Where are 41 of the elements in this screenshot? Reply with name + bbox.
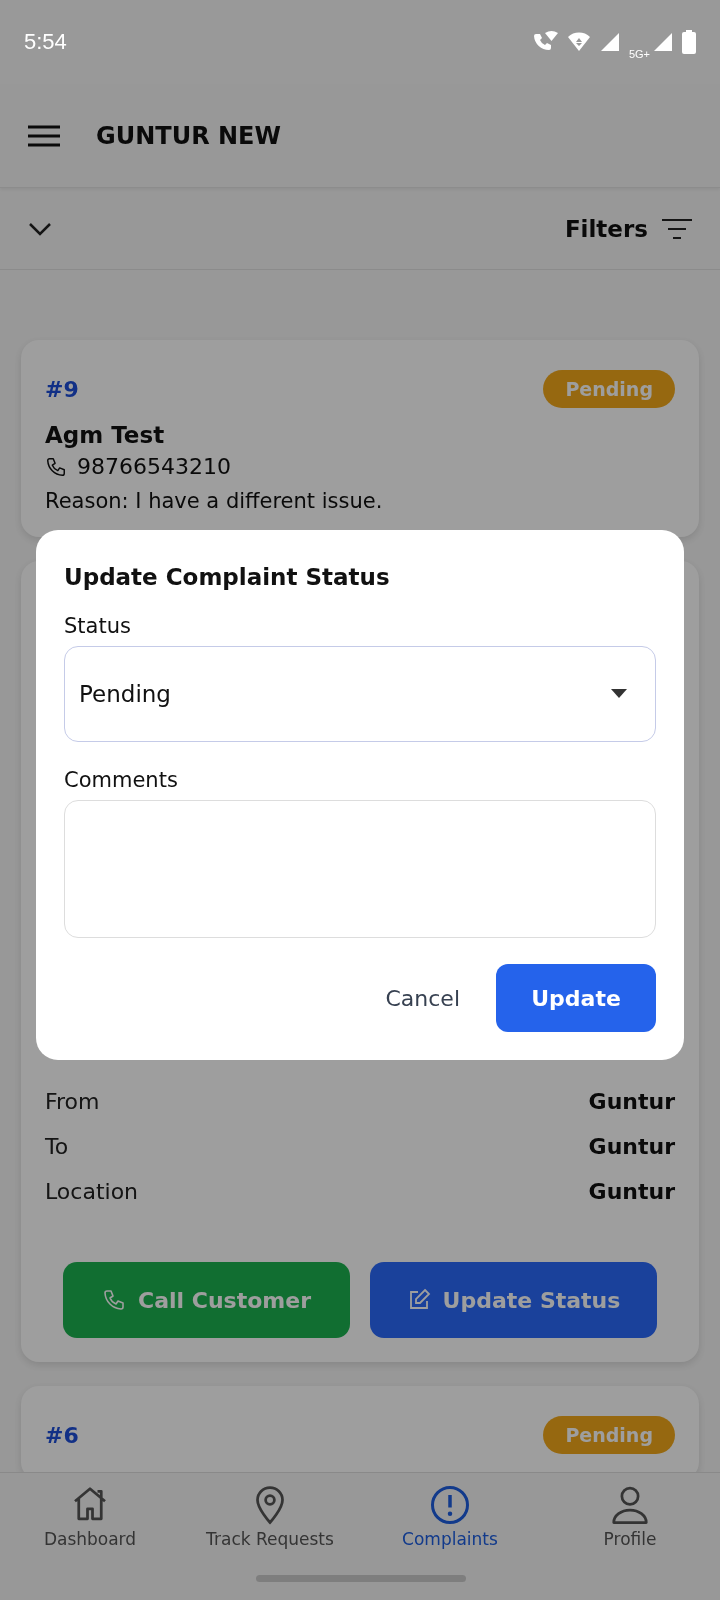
menu-icon[interactable] xyxy=(28,123,60,148)
nav-tab[interactable]: Track Requests xyxy=(180,1485,360,1549)
update-status-button[interactable]: Update Status xyxy=(370,1262,657,1338)
phone-number: 98766543210 xyxy=(77,454,231,479)
status-dropdown[interactable]: Pending xyxy=(64,646,656,742)
caret-down-icon xyxy=(611,689,627,699)
network-type: 5G+ xyxy=(628,48,650,60)
person-icon xyxy=(610,1485,650,1525)
wifi-icon xyxy=(566,31,591,53)
dialog-title: Update Complaint Status xyxy=(64,564,391,590)
detail-label: Location xyxy=(45,1179,139,1204)
detail-label: To xyxy=(45,1134,69,1159)
battery-icon xyxy=(682,30,696,54)
detail-value: Guntur xyxy=(588,1089,675,1114)
field-label: Status xyxy=(64,614,132,638)
app-title: GUNTUR NEW xyxy=(96,121,281,150)
alert-circle-icon xyxy=(430,1485,470,1525)
comments-field[interactable] xyxy=(64,800,656,938)
filter-icon xyxy=(662,217,692,240)
filters-button[interactable]: Filters xyxy=(564,215,692,242)
field-label: Comments xyxy=(64,768,179,792)
nav-tab[interactable]: Dashboard xyxy=(0,1485,180,1549)
chevron-down-icon[interactable] xyxy=(28,221,52,236)
complaint-reason: Reason: I have a different issue. xyxy=(45,489,384,513)
customer-name: Agm Test xyxy=(45,422,166,448)
detail-label: From xyxy=(45,1089,100,1114)
cancel-button[interactable]: Cancel xyxy=(385,985,460,1011)
call-customer-button[interactable]: Call Customer xyxy=(63,1262,350,1338)
complaint-number: #6 xyxy=(45,1422,79,1448)
status-badge: Pending xyxy=(543,370,675,408)
update-button[interactable]: Update xyxy=(496,964,656,1032)
nav-tab[interactable]: Complaints xyxy=(360,1485,540,1549)
detail-value: Guntur xyxy=(588,1134,675,1159)
signal-icon xyxy=(652,31,674,53)
phone-icon xyxy=(45,455,67,478)
phone-icon xyxy=(102,1288,126,1312)
complaint-number: #9 xyxy=(45,376,79,402)
status-badge: Pending xyxy=(543,1416,675,1454)
clock-time: 5:54 xyxy=(24,29,67,55)
nav-tab[interactable]: Profile xyxy=(540,1485,720,1549)
detail-value: Guntur xyxy=(588,1179,675,1204)
